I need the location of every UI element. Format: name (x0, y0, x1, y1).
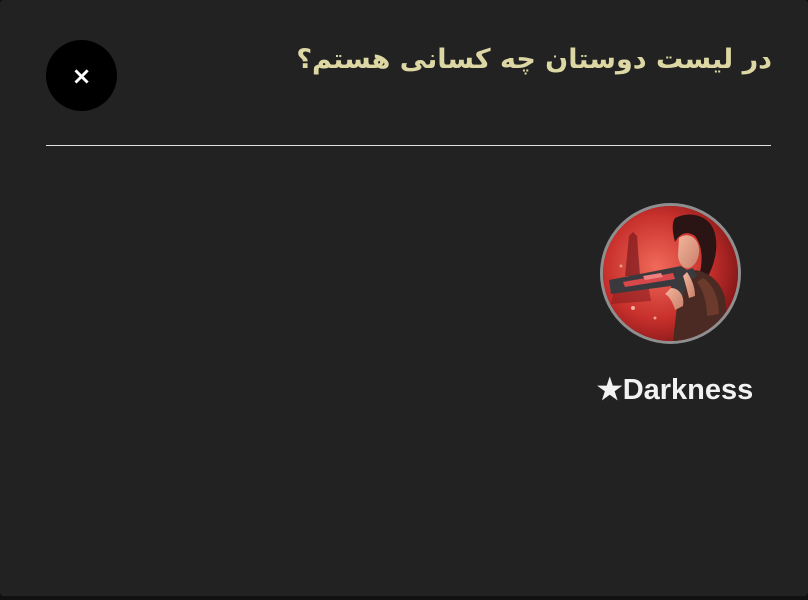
friend-item[interactable]: ★Darkness (580, 198, 770, 418)
friends-dialog: در لیست دوستان چه کسانی هستم؟ × ★Darknes… (0, 0, 808, 596)
close-icon: × (71, 61, 92, 90)
game-character-avatar-image (603, 206, 738, 341)
friend-name: ★Darkness (596, 374, 754, 406)
avatar[interactable] (600, 203, 741, 344)
header-divider (46, 145, 771, 146)
close-button[interactable]: × (46, 40, 117, 111)
dialog-title: در لیست دوستان چه کسانی هستم؟ (296, 44, 772, 75)
